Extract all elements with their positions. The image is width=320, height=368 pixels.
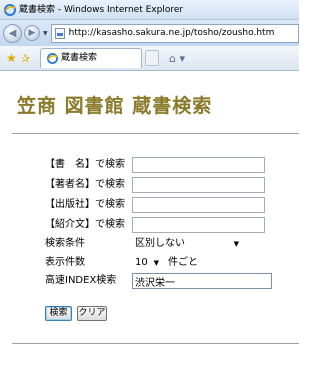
author-search-input[interactable] [132, 177, 265, 193]
condition-row: 検索条件 区別しない ▼ [45, 236, 299, 252]
index-search-label: 高速INDEX検索 [45, 275, 117, 286]
publisher-search-row: 【出版社】で検索 [45, 197, 299, 213]
tab-row: ★ ✰ 蔵書検索 ⌂ ▾ [0, 46, 299, 71]
condition-selected: 区別しない [135, 238, 185, 249]
address-url: http://kasasho.sakura.ne.jp/tosho/zousho… [68, 27, 275, 38]
forward-arrow-icon: ▶ [28, 28, 36, 38]
window-title-bar: 蔵書検索 - Windows Internet Explorer [0, 0, 299, 20]
count-selected: 10 [135, 257, 148, 268]
tab-label: 蔵書検索 [60, 53, 97, 63]
back-arrow-icon: ◀ [8, 27, 17, 39]
address-input[interactable]: http://kasasho.sakura.ne.jp/tosho/zousho… [50, 23, 299, 43]
index-search-input[interactable] [132, 273, 272, 289]
history-dropdown-icon[interactable]: ▼ [43, 30, 48, 37]
tab-active[interactable]: 蔵書検索 [39, 48, 142, 68]
index-search-row: 高速INDEX検索 [45, 273, 299, 289]
new-tab-button[interactable] [145, 50, 159, 66]
ie-logo-icon [4, 3, 16, 16]
home-icon[interactable]: ⌂ ▾ [169, 52, 185, 65]
description-search-row: 【紹介文】で検索 [45, 217, 299, 233]
title-search-input[interactable] [132, 157, 265, 173]
count-select[interactable]: 10 ▼ [132, 255, 162, 271]
author-search-label: 【著者名】で検索 [45, 179, 125, 190]
window-title: 蔵書検索 - Windows Internet Explorer [19, 4, 184, 15]
divider-bottom [12, 343, 299, 344]
description-search-label: 【紹介文】で検索 [45, 219, 125, 230]
page-icon [54, 27, 65, 39]
address-bar-row: ◀ ▶ ▼ http://kasasho.sakura.ne.jp/tosho/… [0, 20, 299, 46]
tab-ie-icon [46, 53, 58, 64]
author-search-row: 【著者名】で検索 [45, 177, 299, 193]
page-title: 笠商 図書館 蔵書検索 [17, 95, 213, 117]
publisher-search-input[interactable] [132, 197, 265, 213]
clear-button[interactable]: クリア [77, 306, 107, 321]
condition-label: 検索条件 [45, 238, 85, 249]
search-button[interactable]: 検索 [45, 306, 72, 321]
publisher-search-label: 【出版社】で検索 [45, 199, 125, 210]
count-row: 表示件数 10 ▼ 件ごと [45, 255, 299, 271]
title-search-label: 【書 名】で検索 [45, 159, 125, 170]
count-suffix: 件ごと [168, 257, 198, 268]
count-label: 表示件数 [45, 257, 85, 268]
description-search-input[interactable] [132, 217, 265, 233]
chevron-down-icon: ▼ [153, 259, 159, 267]
favorites-star-icon[interactable]: ★ [6, 51, 17, 65]
back-button[interactable]: ◀ [3, 23, 22, 43]
condition-select[interactable]: 区別しない ▼ [132, 236, 242, 252]
forward-button[interactable]: ▶ [24, 25, 40, 41]
add-favorites-icon[interactable]: ✰ [21, 52, 30, 65]
title-search-row: 【書 名】で検索 [45, 157, 299, 173]
chevron-down-icon: ▼ [233, 240, 239, 248]
divider-top [12, 133, 299, 134]
